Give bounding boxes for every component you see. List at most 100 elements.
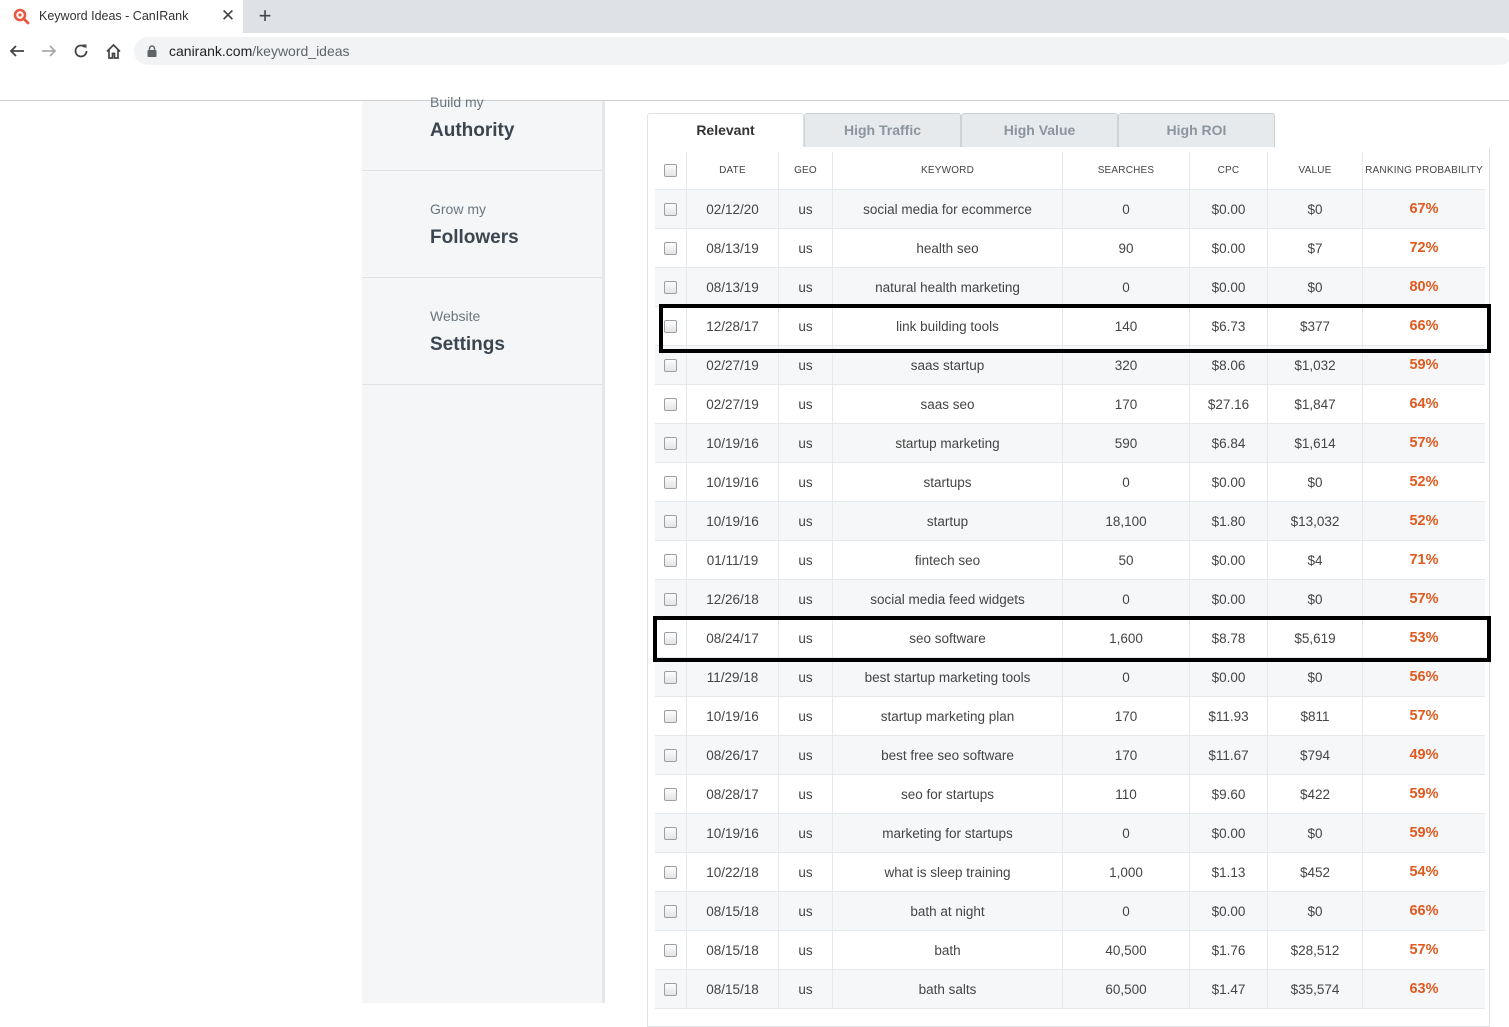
table-row[interactable]: 10/19/16 us startup 18,100 $1.80 $13,032 52%	[655, 502, 1485, 541]
row-checkbox[interactable]	[664, 826, 677, 840]
sidebar-item-followers[interactable]: Grow my Followers	[362, 171, 602, 278]
table-row[interactable]: 08/13/19 us natural health marketing 0 $0.00…	[655, 268, 1485, 307]
row-checkbox[interactable]	[664, 397, 677, 411]
table-row[interactable]: 01/11/19 us fintech seo 50 $0.00 $4 71%	[655, 541, 1485, 580]
table-row[interactable]: 02/27/19 us saas seo 170 $27.16 $1,847 64%	[655, 385, 1485, 424]
column-header-geo[interactable]: GEO	[779, 152, 833, 189]
keyword-text: startup	[926, 513, 969, 529]
table-row[interactable]: 10/22/18 us what is sleep training 1,000 $1.…	[655, 853, 1485, 892]
table-row[interactable]: 02/12/20 us social media for ecommerce 0 $0.…	[655, 190, 1485, 229]
cpc-text: $1.80	[1211, 513, 1246, 529]
back-arrow-icon[interactable]	[5, 39, 29, 63]
cpc-cell: $1.13	[1190, 853, 1268, 891]
keyword-text: startup marketing plan	[880, 708, 1015, 724]
ranking-probability-text: 57%	[1409, 591, 1439, 607]
ranking-probability-cell: 57%	[1363, 697, 1485, 735]
row-checkbox[interactable]	[664, 241, 677, 255]
row-checkbox[interactable]	[664, 553, 677, 567]
geo-text: us	[798, 513, 813, 529]
keyword-cell: fintech seo	[833, 541, 1063, 579]
close-tab-icon[interactable]: ✕	[219, 5, 237, 27]
column-header-searches[interactable]: SEARCHES	[1063, 152, 1190, 189]
value-text: $35,574	[1290, 981, 1340, 997]
ranking-probability-text: 64%	[1409, 396, 1439, 412]
table-row[interactable]: 08/15/18 us bath at night 0 $0.00 $0 66%	[655, 892, 1485, 931]
table-row[interactable]: 12/26/18 us social media feed widgets 0 $0.0…	[655, 580, 1485, 619]
keyword-text: social media for ecommerce	[863, 201, 1032, 217]
row-checkbox[interactable]	[664, 943, 677, 957]
cpc-text: $1.76	[1211, 942, 1246, 958]
table-row[interactable]: 08/15/18 us bath salts 60,500 $1.47 $35,574 63…	[655, 970, 1485, 1009]
row-checkbox[interactable]	[664, 436, 677, 450]
searches-cell: 50	[1063, 541, 1190, 579]
reload-icon[interactable]	[69, 39, 93, 63]
tab-high-value[interactable]: High Value	[961, 113, 1118, 148]
row-checkbox[interactable]	[664, 514, 677, 528]
browser-tab[interactable]: Keyword Ideas - CanIRank ✕	[0, 0, 243, 33]
column-header-ranking-probability[interactable]: RANKING PROBABILITY	[1363, 152, 1485, 189]
row-checkbox[interactable]	[664, 280, 677, 294]
select-all-checkbox[interactable]	[664, 164, 677, 177]
ranking-probability-cell: 66%	[1363, 892, 1485, 930]
searches-cell: 110	[1063, 775, 1190, 813]
row-checkbox[interactable]	[664, 748, 677, 762]
geo-cell: us	[779, 697, 833, 735]
row-checkbox[interactable]	[664, 670, 677, 684]
row-checkbox[interactable]	[664, 709, 677, 723]
row-select-cell	[655, 931, 687, 969]
row-checkbox[interactable]	[664, 358, 677, 372]
sidebar-item-sublabel: Build my	[430, 94, 484, 110]
geo-text: us	[798, 669, 813, 685]
row-checkbox[interactable]	[664, 202, 677, 216]
ranking-probability-text: 49%	[1409, 747, 1439, 763]
row-checkbox[interactable]	[664, 982, 677, 996]
searches-cell: 590	[1063, 424, 1190, 462]
home-icon[interactable]	[101, 39, 125, 63]
column-header-keyword[interactable]: KEYWORD	[833, 152, 1063, 189]
value-text: $452	[1299, 864, 1331, 880]
ranking-probability-cell: 57%	[1363, 580, 1485, 618]
sidebar-item-settings[interactable]: Website Settings	[362, 278, 602, 385]
table-row[interactable]: 10/19/16 us startups 0 $0.00 $0 52%	[655, 463, 1485, 502]
column-header-date[interactable]: DATE	[687, 152, 779, 189]
table-row[interactable]: 10/19/16 us startup marketing plan 170 $11.9…	[655, 697, 1485, 736]
cpc-text: $1.47	[1211, 981, 1246, 997]
row-select-cell	[655, 970, 687, 1008]
new-tab-icon[interactable]: +	[254, 3, 276, 29]
row-checkbox[interactable]	[664, 475, 677, 489]
row-select-cell	[655, 385, 687, 423]
date-cell: 10/19/16	[687, 697, 779, 735]
ranking-probability-cell: 57%	[1363, 931, 1485, 969]
table-row[interactable]: 11/29/18 us best startup marketing tools 0 $…	[655, 658, 1485, 697]
tab-high-traffic[interactable]: High Traffic	[804, 113, 961, 148]
column-header-value[interactable]: VALUE	[1268, 152, 1363, 189]
date-text: 10/19/16	[706, 513, 759, 529]
row-checkbox[interactable]	[664, 865, 677, 879]
date-text: 10/19/16	[706, 825, 759, 841]
table-row[interactable]: 08/26/17 us best free seo software 170 $11.6…	[655, 736, 1485, 775]
keyword-cell: social media feed widgets	[833, 580, 1063, 618]
row-checkbox[interactable]	[664, 592, 677, 606]
tab-high-roi[interactable]: High ROI	[1118, 113, 1275, 148]
table-row[interactable]: 08/28/17 us seo for startups 110 $9.60 $422 59…	[655, 775, 1485, 814]
row-checkbox[interactable]	[664, 787, 677, 801]
table-row[interactable]: 08/13/19 us health seo 90 $0.00 $7 72%	[655, 229, 1485, 268]
sidebar-item-authority[interactable]: Build my Authority	[362, 64, 602, 171]
address-bar[interactable]: canirank.com/keyword_ideas	[134, 37, 1509, 65]
forward-arrow-icon[interactable]	[37, 39, 61, 63]
row-checkbox[interactable]	[664, 904, 677, 918]
table-row[interactable]: 10/19/16 us marketing for startups 0 $0.00 $0…	[655, 814, 1485, 853]
value-cell: $0	[1268, 580, 1363, 618]
searches-text: 18,100	[1105, 513, 1147, 529]
ranking-probability-cell: 49%	[1363, 736, 1485, 774]
ranking-probability-text: 66%	[1409, 903, 1439, 919]
table-row[interactable]: 10/19/16 us startup marketing 590 $6.84 $1,61…	[655, 424, 1485, 463]
ranking-probability-cell: 67%	[1363, 190, 1485, 228]
select-all-cell	[655, 152, 687, 189]
table-row[interactable]: 08/15/18 us bath 40,500 $1.76 $28,512 57%	[655, 931, 1485, 970]
tab-relevant[interactable]: Relevant	[647, 113, 804, 149]
ranking-probability-cell: 64%	[1363, 385, 1485, 423]
value-cell: $0	[1268, 463, 1363, 501]
keyword-cell: startup marketing plan	[833, 697, 1063, 735]
column-header-cpc[interactable]: CPC	[1190, 152, 1268, 189]
